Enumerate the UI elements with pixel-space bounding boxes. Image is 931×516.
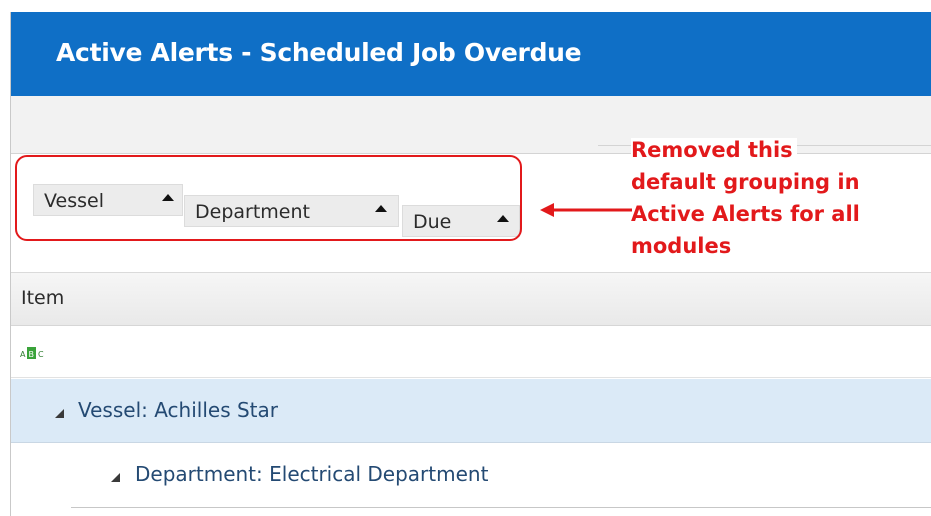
annotation-line: Removed this: [631, 134, 931, 166]
window-title: Active Alerts - Scheduled Job Overdue: [56, 38, 582, 67]
column-header-item[interactable]: Item: [21, 287, 64, 309]
filter-row: A B C: [11, 326, 931, 378]
group-row-vessel[interactable]: Vessel: Achilles Star: [11, 379, 931, 443]
collapse-triangle-icon[interactable]: [111, 473, 120, 482]
annotation-line: Active Alerts for all: [631, 202, 860, 226]
column-header-row: Item: [11, 272, 931, 326]
collapse-triangle-icon[interactable]: [55, 409, 64, 418]
svg-text:A: A: [20, 350, 26, 359]
abc-text-filter-icon[interactable]: A B C: [20, 346, 46, 360]
annotation-callout: Removed this default grouping in Active …: [631, 134, 931, 262]
alerts-window: Active Alerts - Scheduled Job Overdue Ve…: [10, 12, 931, 516]
title-bar: Active Alerts - Scheduled Job Overdue: [11, 12, 931, 96]
svg-text:C: C: [38, 350, 44, 359]
annotation-arrow-icon: [540, 203, 632, 217]
group-row-label: Vessel: Achilles Star: [78, 398, 278, 422]
svg-text:B: B: [29, 350, 35, 359]
annotation-line: default grouping in: [631, 170, 860, 194]
group-row-label: Department: Electrical Department: [135, 462, 489, 486]
annotation-highlight-box: [15, 155, 522, 241]
annotation-line: modules: [631, 234, 732, 258]
group-row-department[interactable]: Department: Electrical Department: [71, 444, 931, 508]
